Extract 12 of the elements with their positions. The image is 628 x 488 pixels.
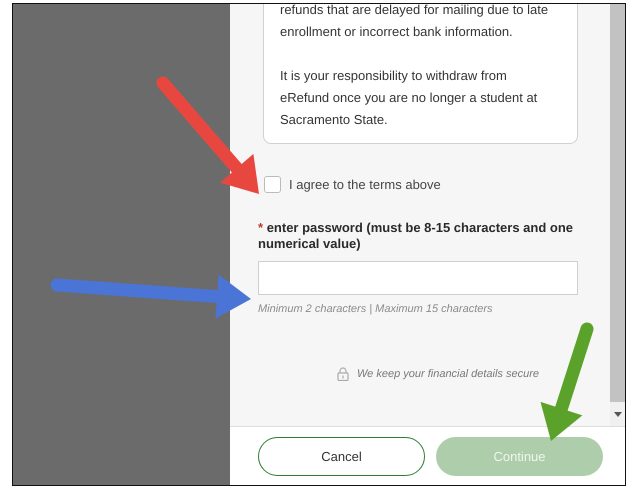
agree-label: I agree to the terms above [289,177,441,192]
password-hint: Minimum 2 characters | Maximum 15 characters [258,303,494,315]
terms-paragraph: It is your responsibility to withdraw from eRefund once you are no longer a student at Sacramento State. [280,67,538,129]
terms-paragraph: refunds that are delayed for mailing due to late enrollment or incorrect bank information. [280,4,550,41]
scrollbar[interactable] [610,4,625,426]
agree-checkbox[interactable] [264,176,281,193]
cancel-button[interactable]: Cancel [258,436,425,476]
scroll-down-icon[interactable] [614,412,622,416]
password-label: * enter password (must be 8-15 characters and one numerical value) [258,220,574,252]
password-field[interactable] [258,261,578,295]
lock-icon [336,367,349,381]
security-note: We keep your financial details secure [356,368,539,380]
